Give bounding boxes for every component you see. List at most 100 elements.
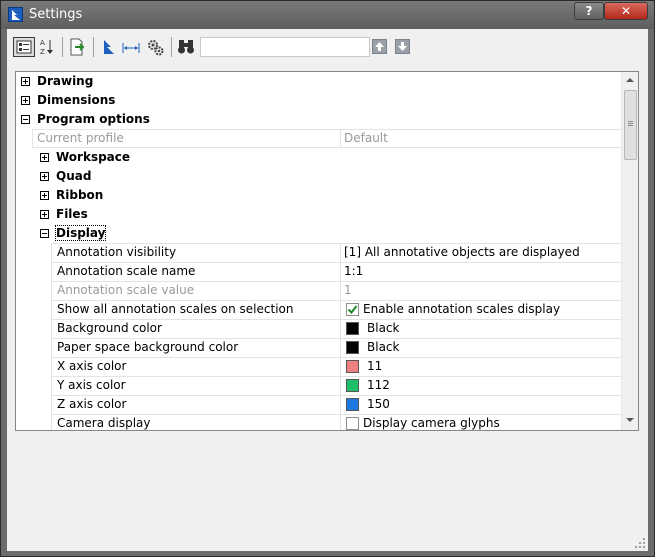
grid-line — [340, 395, 341, 414]
find-previous-button[interactable] — [372, 39, 387, 54]
scroll-down-icon[interactable] — [626, 418, 634, 422]
collapse-minus-icon[interactable] — [21, 115, 30, 124]
expand-plus-icon[interactable] — [21, 96, 30, 105]
arrow-down-icon — [398, 42, 407, 51]
close-button[interactable]: ✕ — [604, 2, 648, 20]
property-row[interactable]: Z axis color 150 — [16, 395, 621, 414]
expand-plus-icon[interactable] — [40, 153, 49, 162]
color-swatch — [346, 398, 359, 411]
checkmark-icon — [347, 305, 358, 315]
toolbar: A Z — [7, 29, 648, 65]
property-row[interactable]: Y axis color 112 — [16, 376, 621, 395]
grid-line — [51, 243, 52, 262]
grid-line — [51, 395, 621, 396]
property-name: Y axis color — [57, 378, 126, 392]
color-swatch — [346, 379, 359, 392]
property-value[interactable]: 150 — [367, 397, 390, 411]
search-input[interactable] — [200, 37, 370, 57]
find-next-button[interactable] — [395, 39, 410, 54]
tree-row-display[interactable]: Display — [16, 224, 621, 243]
dialog-body: A Z Drawing Dimensions Program options C… — [7, 29, 648, 551]
toolbar-separator — [171, 37, 172, 57]
property-name: Z axis color — [57, 397, 127, 411]
property-value[interactable]: [1] All annotative objects are displayed — [344, 245, 580, 259]
grid-line — [340, 243, 341, 262]
category-label: Program options — [37, 112, 150, 126]
category-label: Display — [54, 225, 107, 241]
property-value: Default — [344, 131, 388, 145]
alphabetical-view-button[interactable]: A Z — [37, 37, 59, 57]
grid-line — [51, 300, 621, 301]
export-button[interactable] — [67, 37, 89, 57]
property-row[interactable]: Annotation scale value 1 — [16, 281, 621, 300]
toolbar-separator — [93, 37, 94, 57]
toolbar-separator — [62, 37, 63, 57]
export-icon — [70, 38, 85, 56]
property-row[interactable]: Paper space background color Black — [16, 338, 621, 357]
category-label: Workspace — [56, 150, 131, 164]
checkbox[interactable] — [346, 303, 359, 316]
grid-line — [340, 376, 341, 395]
find-button[interactable] — [176, 37, 198, 57]
expand-plus-icon[interactable] — [40, 172, 49, 181]
tree-row-workspace[interactable]: Workspace — [16, 148, 621, 167]
grid-line — [51, 243, 621, 244]
gears-icon — [148, 40, 164, 56]
expand-plus-icon[interactable] — [21, 77, 30, 86]
vertical-scrollbar[interactable] — [621, 72, 638, 430]
property-name: Paper space background color — [57, 340, 239, 354]
drawing-settings-button[interactable] — [99, 37, 121, 57]
svg-text:Z: Z — [40, 48, 45, 56]
binoculars-icon — [178, 40, 194, 54]
tree-row-program-options[interactable]: Program options — [16, 110, 621, 129]
property-value[interactable]: Black — [367, 321, 399, 335]
grid-line — [32, 129, 621, 130]
property-value[interactable]: 112 — [367, 378, 390, 392]
program-options-button[interactable] — [145, 37, 167, 57]
grid-line — [51, 262, 52, 281]
tree-row-quad[interactable]: Quad — [16, 167, 621, 186]
sort-az-icon: A Z — [40, 39, 53, 56]
property-row[interactable]: Camera display Display camera glyphs — [16, 414, 621, 430]
property-row[interactable]: Annotation visibility [1] All annotative… — [16, 243, 621, 262]
scroll-thumb[interactable] — [624, 90, 637, 160]
tree-row-drawing[interactable]: Drawing — [16, 72, 621, 91]
categorized-view-icon — [16, 40, 32, 54]
color-swatch — [346, 360, 359, 373]
grid-line — [340, 414, 341, 430]
property-value[interactable]: 11 — [367, 359, 382, 373]
tree-row-dimensions[interactable]: Dimensions — [16, 91, 621, 110]
property-row-current-profile[interactable]: Current profile Default — [16, 129, 621, 148]
property-name: Annotation scale name — [57, 264, 196, 278]
grid-line — [340, 338, 341, 357]
tree-row-ribbon[interactable]: Ribbon — [16, 186, 621, 205]
expand-plus-icon[interactable] — [40, 191, 49, 200]
property-value[interactable]: 1:1 — [344, 264, 363, 278]
dimension-settings-button[interactable] — [121, 37, 143, 57]
property-row[interactable]: Show all annotation scales on selection … — [16, 300, 621, 319]
grid-line — [51, 376, 621, 377]
scroll-up-icon[interactable] — [626, 78, 634, 82]
grid-line — [51, 376, 52, 395]
grid-line — [51, 395, 52, 414]
property-value[interactable]: Black — [367, 340, 399, 354]
property-row[interactable]: Background color Black — [16, 319, 621, 338]
expand-plus-icon[interactable] — [40, 210, 49, 219]
settings-tree: Drawing Dimensions Program options Curre… — [15, 71, 639, 431]
categorized-view-button[interactable] — [13, 37, 35, 57]
property-value: 1 — [344, 283, 352, 297]
grid-line — [340, 300, 341, 319]
help-button[interactable]: ? — [574, 2, 604, 20]
grid-line — [51, 281, 621, 282]
resize-grip-icon[interactable] — [634, 537, 646, 549]
property-name: Current profile — [37, 131, 124, 145]
title-bar[interactable]: Settings ? ✕ — [1, 1, 654, 29]
tree-row-files[interactable]: Files — [16, 205, 621, 224]
property-row[interactable]: X axis color 11 — [16, 357, 621, 376]
grid-line — [51, 338, 52, 357]
checkbox[interactable] — [346, 417, 359, 430]
dimension-icon — [122, 43, 140, 53]
grip-line — [628, 121, 633, 122]
property-row[interactable]: Annotation scale name 1:1 — [16, 262, 621, 281]
collapse-minus-icon[interactable] — [40, 229, 49, 238]
